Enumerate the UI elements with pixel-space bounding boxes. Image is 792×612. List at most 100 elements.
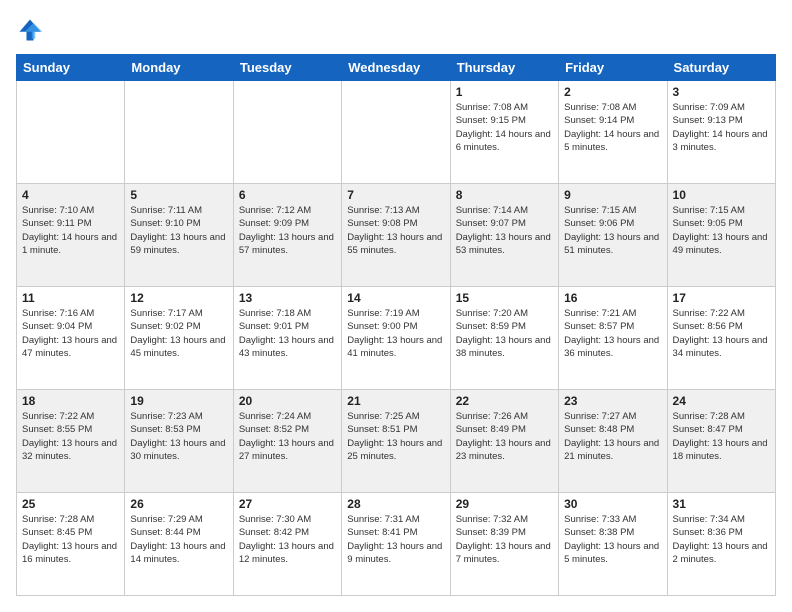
day-number: 1 <box>456 85 553 99</box>
calendar-cell: 28 Sunrise: 7:31 AM Sunset: 8:41 PM Dayli… <box>342 493 450 596</box>
calendar-cell: 13 Sunrise: 7:18 AM Sunset: 9:01 PM Dayli… <box>233 287 341 390</box>
day-info: Sunrise: 7:25 AM Sunset: 8:51 PM Dayligh… <box>347 410 444 463</box>
day-number: 9 <box>564 188 661 202</box>
day-info: Sunrise: 7:33 AM Sunset: 8:38 PM Dayligh… <box>564 513 661 566</box>
day-info: Sunrise: 7:16 AM Sunset: 9:04 PM Dayligh… <box>22 307 119 360</box>
calendar-cell: 5 Sunrise: 7:11 AM Sunset: 9:10 PM Daylig… <box>125 184 233 287</box>
calendar-cell <box>233 81 341 184</box>
day-number: 11 <box>22 291 119 305</box>
day-info: Sunrise: 7:32 AM Sunset: 8:39 PM Dayligh… <box>456 513 553 566</box>
day-number: 4 <box>22 188 119 202</box>
calendar-week-row: 11 Sunrise: 7:16 AM Sunset: 9:04 PM Dayli… <box>17 287 776 390</box>
day-info: Sunrise: 7:15 AM Sunset: 9:05 PM Dayligh… <box>673 204 770 257</box>
day-number: 13 <box>239 291 336 305</box>
weekday-header-wednesday: Wednesday <box>342 55 450 81</box>
day-number: 15 <box>456 291 553 305</box>
weekday-header-monday: Monday <box>125 55 233 81</box>
day-number: 22 <box>456 394 553 408</box>
calendar-cell: 17Sunrise: 7:22 AM Sunset: 8:56 PM Dayli… <box>667 287 775 390</box>
calendar-cell: 22Sunrise: 7:26 AM Sunset: 8:49 PM Dayli… <box>450 390 558 493</box>
day-info: Sunrise: 7:28 AM Sunset: 8:47 PM Dayligh… <box>673 410 770 463</box>
day-info: Sunrise: 7:08 AM Sunset: 9:15 PM Dayligh… <box>456 101 553 154</box>
calendar-cell: 20 Sunrise: 7:24 AM Sunset: 8:52 PM Dayli… <box>233 390 341 493</box>
calendar-cell: 29 Sunrise: 7:32 AM Sunset: 8:39 PM Dayli… <box>450 493 558 596</box>
day-info: Sunrise: 7:15 AM Sunset: 9:06 PM Dayligh… <box>564 204 661 257</box>
day-number: 26 <box>130 497 227 511</box>
day-info: Sunrise: 7:08 AM Sunset: 9:14 PM Dayligh… <box>564 101 661 154</box>
weekday-header-thursday: Thursday <box>450 55 558 81</box>
weekday-header-tuesday: Tuesday <box>233 55 341 81</box>
header <box>16 16 776 44</box>
day-info: Sunrise: 7:34 AM Sunset: 8:36 PM Dayligh… <box>673 513 770 566</box>
page: SundayMondayTuesdayWednesdayThursdayFrid… <box>0 0 792 612</box>
calendar-cell <box>125 81 233 184</box>
day-info: Sunrise: 7:12 AM Sunset: 9:09 PM Dayligh… <box>239 204 336 257</box>
calendar-table: SundayMondayTuesdayWednesdayThursdayFrid… <box>16 54 776 596</box>
calendar-cell: 24 Sunrise: 7:28 AM Sunset: 8:47 PM Dayli… <box>667 390 775 493</box>
day-number: 28 <box>347 497 444 511</box>
day-number: 10 <box>673 188 770 202</box>
weekday-header-row: SundayMondayTuesdayWednesdayThursdayFrid… <box>17 55 776 81</box>
logo-icon <box>16 16 44 44</box>
calendar-cell: 19Sunrise: 7:23 AM Sunset: 8:53 PM Dayli… <box>125 390 233 493</box>
calendar-cell: 16Sunrise: 7:21 AM Sunset: 8:57 PM Dayli… <box>559 287 667 390</box>
day-number: 31 <box>673 497 770 511</box>
calendar-cell: 12 Sunrise: 7:17 AM Sunset: 9:02 PM Dayli… <box>125 287 233 390</box>
calendar-cell: 1 Sunrise: 7:08 AM Sunset: 9:15 PM Daylig… <box>450 81 558 184</box>
calendar-cell: 9 Sunrise: 7:15 AM Sunset: 9:06 PM Daylig… <box>559 184 667 287</box>
calendar-cell: 4 Sunrise: 7:10 AM Sunset: 9:11 PM Daylig… <box>17 184 125 287</box>
day-info: Sunrise: 7:14 AM Sunset: 9:07 PM Dayligh… <box>456 204 553 257</box>
day-number: 18 <box>22 394 119 408</box>
day-info: Sunrise: 7:18 AM Sunset: 9:01 PM Dayligh… <box>239 307 336 360</box>
day-info: Sunrise: 7:31 AM Sunset: 8:41 PM Dayligh… <box>347 513 444 566</box>
calendar-cell: 2 Sunrise: 7:08 AM Sunset: 9:14 PM Daylig… <box>559 81 667 184</box>
day-number: 6 <box>239 188 336 202</box>
day-info: Sunrise: 7:09 AM Sunset: 9:13 PM Dayligh… <box>673 101 770 154</box>
day-info: Sunrise: 7:22 AM Sunset: 8:55 PM Dayligh… <box>22 410 119 463</box>
day-info: Sunrise: 7:23 AM Sunset: 8:53 PM Dayligh… <box>130 410 227 463</box>
calendar-week-row: 4 Sunrise: 7:10 AM Sunset: 9:11 PM Daylig… <box>17 184 776 287</box>
calendar-cell: 25Sunrise: 7:28 AM Sunset: 8:45 PM Dayli… <box>17 493 125 596</box>
calendar-week-row: 18 Sunrise: 7:22 AM Sunset: 8:55 PM Dayli… <box>17 390 776 493</box>
calendar-week-row: 1 Sunrise: 7:08 AM Sunset: 9:15 PM Daylig… <box>17 81 776 184</box>
day-number: 7 <box>347 188 444 202</box>
calendar-cell: 6 Sunrise: 7:12 AM Sunset: 9:09 PM Daylig… <box>233 184 341 287</box>
day-number: 30 <box>564 497 661 511</box>
day-info: Sunrise: 7:30 AM Sunset: 8:42 PM Dayligh… <box>239 513 336 566</box>
day-number: 24 <box>673 394 770 408</box>
day-info: Sunrise: 7:21 AM Sunset: 8:57 PM Dayligh… <box>564 307 661 360</box>
day-number: 21 <box>347 394 444 408</box>
logo <box>16 16 48 44</box>
calendar-cell: 3 Sunrise: 7:09 AM Sunset: 9:13 PM Daylig… <box>667 81 775 184</box>
calendar-cell: 15Sunrise: 7:20 AM Sunset: 8:59 PM Dayli… <box>450 287 558 390</box>
day-number: 20 <box>239 394 336 408</box>
calendar-cell: 14 Sunrise: 7:19 AM Sunset: 9:00 PM Dayli… <box>342 287 450 390</box>
day-info: Sunrise: 7:24 AM Sunset: 8:52 PM Dayligh… <box>239 410 336 463</box>
day-info: Sunrise: 7:11 AM Sunset: 9:10 PM Dayligh… <box>130 204 227 257</box>
calendar-cell <box>17 81 125 184</box>
calendar-cell: 23Sunrise: 7:27 AM Sunset: 8:48 PM Dayli… <box>559 390 667 493</box>
calendar-cell <box>342 81 450 184</box>
day-number: 17 <box>673 291 770 305</box>
calendar-cell: 26Sunrise: 7:29 AM Sunset: 8:44 PM Dayli… <box>125 493 233 596</box>
calendar-cell: 18 Sunrise: 7:22 AM Sunset: 8:55 PM Dayli… <box>17 390 125 493</box>
calendar-cell: 21 Sunrise: 7:25 AM Sunset: 8:51 PM Dayli… <box>342 390 450 493</box>
calendar-cell: 11 Sunrise: 7:16 AM Sunset: 9:04 PM Dayli… <box>17 287 125 390</box>
day-info: Sunrise: 7:10 AM Sunset: 9:11 PM Dayligh… <box>22 204 119 257</box>
day-number: 3 <box>673 85 770 99</box>
day-info: Sunrise: 7:19 AM Sunset: 9:00 PM Dayligh… <box>347 307 444 360</box>
calendar-cell: 27 Sunrise: 7:30 AM Sunset: 8:42 PM Dayli… <box>233 493 341 596</box>
day-number: 8 <box>456 188 553 202</box>
calendar-week-row: 25Sunrise: 7:28 AM Sunset: 8:45 PM Dayli… <box>17 493 776 596</box>
day-number: 27 <box>239 497 336 511</box>
day-number: 25 <box>22 497 119 511</box>
weekday-header-friday: Friday <box>559 55 667 81</box>
day-number: 12 <box>130 291 227 305</box>
day-number: 2 <box>564 85 661 99</box>
day-number: 5 <box>130 188 227 202</box>
day-number: 14 <box>347 291 444 305</box>
weekday-header-sunday: Sunday <box>17 55 125 81</box>
day-info: Sunrise: 7:17 AM Sunset: 9:02 PM Dayligh… <box>130 307 227 360</box>
calendar-cell: 8 Sunrise: 7:14 AM Sunset: 9:07 PM Daylig… <box>450 184 558 287</box>
day-number: 29 <box>456 497 553 511</box>
